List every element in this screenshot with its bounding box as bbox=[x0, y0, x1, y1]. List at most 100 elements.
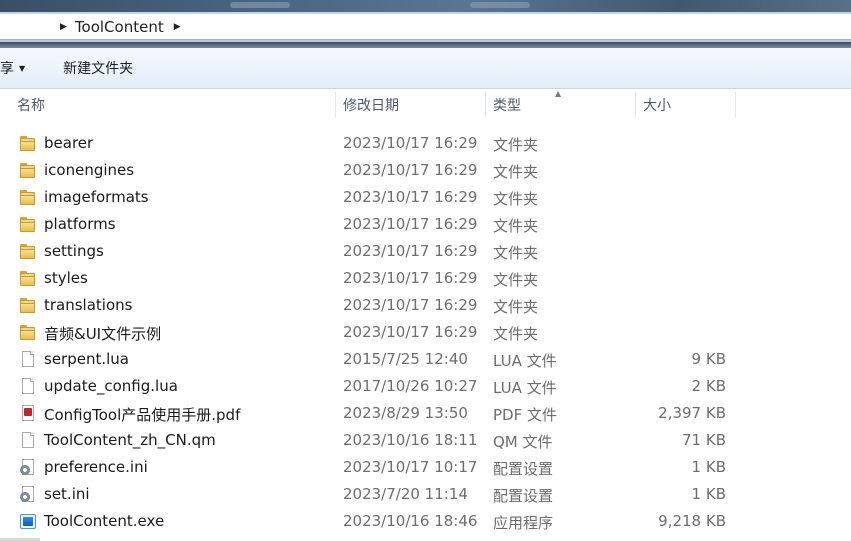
file-type: 文件夹 bbox=[493, 271, 539, 289]
column-header: 名称 修改日期 类型 大小 bbox=[0, 90, 851, 120]
folder-icon bbox=[19, 189, 37, 206]
file-row[interactable]: imageformats 2023/10/17 16:29 文件夹 bbox=[0, 184, 851, 211]
document-icon bbox=[19, 432, 37, 449]
file-type: PDF 文件 bbox=[493, 406, 557, 424]
file-type: 文件夹 bbox=[493, 298, 539, 316]
address-bar[interactable]: ▶ ToolContent ▶ bbox=[0, 14, 851, 40]
file-name: iconengines bbox=[44, 161, 135, 179]
column-name[interactable]: 名称 bbox=[17, 90, 45, 120]
share-label: 共享 bbox=[0, 61, 14, 77]
file-name: ToolContent_zh_CN.qm bbox=[44, 431, 216, 449]
file-size: 9,218 KB bbox=[658, 512, 726, 530]
column-name-label: 名称 bbox=[17, 98, 45, 114]
file-date: 2023/10/17 16:29 bbox=[343, 323, 478, 341]
file-date: 2023/10/17 10:17 bbox=[343, 458, 478, 476]
file-date: 2023/10/17 16:29 bbox=[343, 134, 478, 152]
folder-icon bbox=[19, 297, 37, 314]
file-row[interactable]: iconengines 2023/10/17 16:29 文件夹 bbox=[0, 157, 851, 184]
blurred-tab bbox=[230, 2, 290, 8]
settings-file-icon bbox=[19, 459, 37, 476]
file-name: update_config.lua bbox=[44, 377, 178, 395]
file-name: preference.ini bbox=[44, 458, 148, 476]
column-divider[interactable] bbox=[635, 92, 636, 118]
file-row[interactable]: ToolContent.exe 2023/10/16 18:46 应用程序 9,218… bbox=[0, 508, 851, 535]
file-type: 文件夹 bbox=[493, 244, 539, 262]
file-date: 2023/10/16 18:11 bbox=[343, 431, 478, 449]
window-title-strip bbox=[0, 0, 851, 12]
file-name: ConfigTool产品使用手册.pdf bbox=[44, 406, 241, 424]
column-size[interactable]: 大小 bbox=[643, 90, 671, 120]
breadcrumb-item-toolcontent[interactable]: ToolContent bbox=[75, 18, 174, 36]
file-date: 2023/10/17 16:29 bbox=[343, 242, 478, 260]
file-type: 文件夹 bbox=[493, 163, 539, 181]
column-divider[interactable] bbox=[335, 92, 336, 118]
column-type[interactable]: 类型 bbox=[493, 90, 521, 120]
file-date: 2023/10/17 16:29 bbox=[343, 161, 478, 179]
file-type: QM 文件 bbox=[493, 433, 553, 451]
file-name: serpent.lua bbox=[44, 350, 129, 368]
file-size: 71 KB bbox=[682, 431, 726, 449]
file-type: 配置设置 bbox=[493, 487, 554, 505]
folder-icon bbox=[19, 324, 37, 341]
file-row[interactable]: set.ini 2023/7/20 11:14 配置设置 1 KB bbox=[0, 481, 851, 508]
new-folder-button[interactable]: 新建文件夹 bbox=[63, 58, 133, 78]
file-row[interactable]: styles 2023/10/17 16:29 文件夹 bbox=[0, 265, 851, 292]
pdf-icon bbox=[19, 405, 37, 422]
file-date: 2023/10/17 16:29 bbox=[343, 188, 478, 206]
file-date: 2023/10/16 18:46 bbox=[343, 512, 478, 530]
file-type: 文件夹 bbox=[493, 325, 539, 343]
file-row[interactable]: bearer 2023/10/17 16:29 文件夹 bbox=[0, 130, 851, 157]
file-size: 1 KB bbox=[691, 458, 726, 476]
file-date: 2023/10/17 16:29 bbox=[343, 215, 478, 233]
document-icon bbox=[19, 351, 37, 368]
share-button[interactable]: 共享 ▼ bbox=[0, 58, 25, 78]
file-row[interactable]: preference.ini 2023/10/17 10:17 配置设置 1 KB bbox=[0, 454, 851, 481]
file-type: 应用程序 bbox=[493, 514, 554, 532]
file-type: 配置设置 bbox=[493, 460, 554, 478]
file-row[interactable]: ToolContent_zh_CN.qm 2023/10/16 18:11 QM 文… bbox=[0, 427, 851, 454]
column-date-label: 修改日期 bbox=[343, 98, 399, 114]
column-date[interactable]: 修改日期 bbox=[343, 90, 399, 120]
file-list: bearer 2023/10/17 16:29 文件夹 iconengines 2023… bbox=[0, 130, 851, 535]
file-type: LUA 文件 bbox=[493, 352, 557, 370]
file-date: 2023/10/17 16:29 bbox=[343, 296, 478, 314]
column-divider[interactable] bbox=[485, 92, 486, 118]
sort-up-icon: ▲ bbox=[555, 89, 562, 98]
file-type: 文件夹 bbox=[493, 136, 539, 154]
file-size: 9 KB bbox=[691, 350, 726, 368]
breadcrumb-chevron-icon[interactable]: ▶ bbox=[60, 22, 75, 32]
file-size: 1 KB bbox=[691, 485, 726, 503]
file-row[interactable]: settings 2023/10/17 16:29 文件夹 bbox=[0, 238, 851, 265]
folder-icon bbox=[19, 270, 37, 287]
document-icon bbox=[19, 378, 37, 395]
new-folder-label: 新建文件夹 bbox=[63, 61, 134, 77]
column-type-label: 类型 bbox=[493, 98, 521, 114]
folder-icon bbox=[19, 135, 37, 152]
dropdown-arrow-icon: ▼ bbox=[19, 63, 26, 73]
file-row[interactable]: 音频&UI文件示例 2023/10/17 16:29 文件夹 bbox=[0, 319, 851, 346]
file-row[interactable]: platforms 2023/10/17 16:29 文件夹 bbox=[0, 211, 851, 238]
file-date: 2015/7/25 12:40 bbox=[343, 350, 468, 368]
file-row[interactable]: update_config.lua 2017/10/26 10:27 LUA 文件 2… bbox=[0, 373, 851, 400]
folder-icon bbox=[19, 162, 37, 179]
breadcrumb-chevron-icon[interactable]: ▶ bbox=[174, 22, 189, 32]
file-name: imageformats bbox=[44, 188, 149, 206]
file-type: 文件夹 bbox=[493, 217, 539, 235]
column-divider[interactable] bbox=[735, 92, 736, 118]
file-date: 2023/7/20 11:14 bbox=[343, 485, 468, 503]
blurred-tab bbox=[470, 2, 530, 8]
address-area: ▶ ToolContent ▶ bbox=[0, 12, 851, 42]
file-date: 2023/8/29 13:50 bbox=[343, 404, 468, 422]
file-name: bearer bbox=[44, 134, 94, 152]
folder-icon bbox=[19, 216, 37, 233]
command-toolbar: 共享 ▼ 新建文件夹 bbox=[0, 48, 851, 89]
application-icon bbox=[19, 513, 37, 530]
file-row[interactable]: serpent.lua 2015/7/25 12:40 LUA 文件 9 KB bbox=[0, 346, 851, 373]
file-row[interactable]: translations 2023/10/17 16:29 文件夹 bbox=[0, 292, 851, 319]
file-row[interactable]: ConfigTool产品使用手册.pdf 2023/8/29 13:50 PDF 文… bbox=[0, 400, 851, 427]
file-size: 2,397 KB bbox=[658, 404, 726, 422]
file-type: 文件夹 bbox=[493, 190, 539, 208]
folder-icon bbox=[19, 243, 37, 260]
file-name: settings bbox=[44, 242, 104, 260]
file-name: set.ini bbox=[44, 485, 90, 503]
